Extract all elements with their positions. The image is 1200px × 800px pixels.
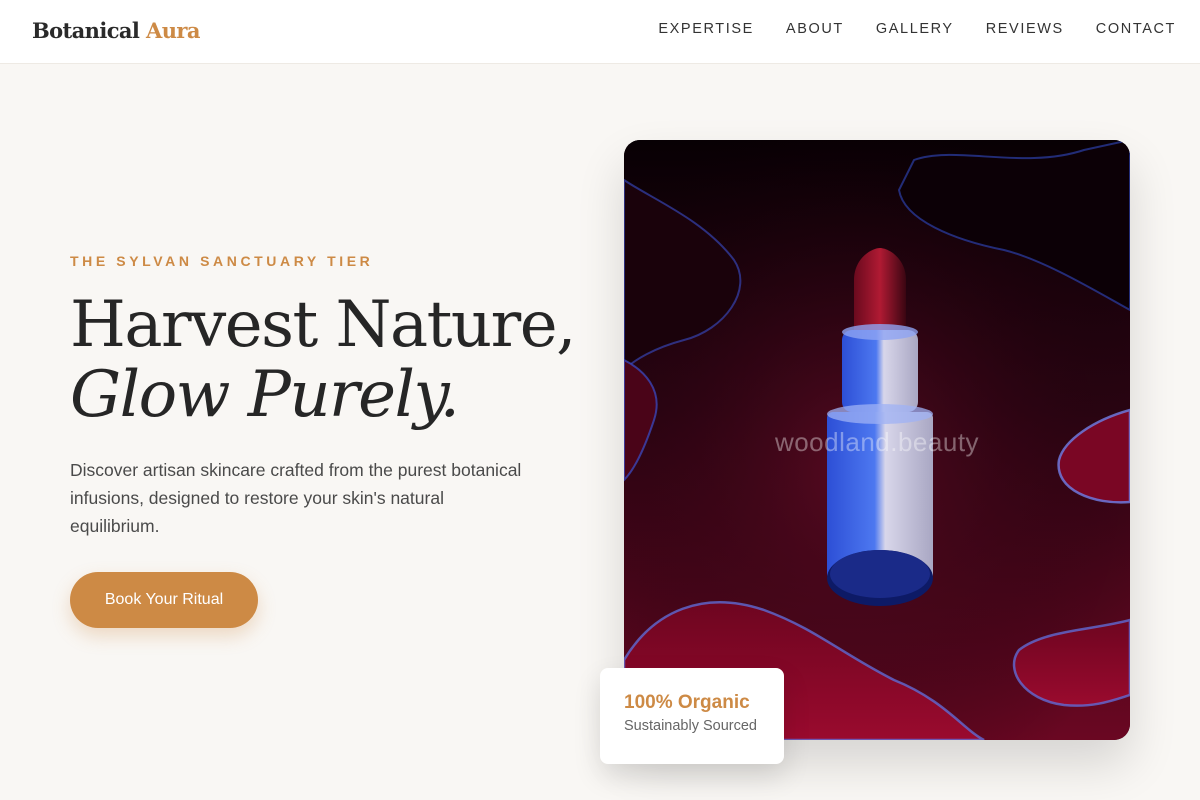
- nav-link-contact[interactable]: CONTACT: [1096, 21, 1176, 37]
- nav-link-reviews[interactable]: REVIEWS: [986, 21, 1064, 37]
- nav-link-gallery[interactable]: GALLERY: [876, 21, 954, 37]
- image-watermark: woodland.beauty: [774, 427, 980, 457]
- nav-link-expertise[interactable]: EXPERTISE: [658, 21, 754, 37]
- main-nav: EXPERTISE ABOUT GALLERY REVIEWS CONTACT: [658, 21, 1176, 37]
- hero-description: Discover artisan skincare crafted from t…: [70, 460, 522, 536]
- organic-badge: 100% Organic Sustainably Sourced: [600, 668, 784, 764]
- brand-accent: Aura: [146, 18, 200, 43]
- nav-link-about[interactable]: ABOUT: [786, 21, 844, 37]
- hero-headline: Harvest Nature, Glow Purely.: [70, 288, 576, 432]
- brand-logo[interactable]: Botanical Aura: [32, 18, 200, 43]
- badge-title: 100% Organic: [624, 692, 750, 713]
- hero-eyebrow: THE SYLVAN SANCTUARY TIER: [70, 253, 374, 269]
- brand-primary: Botanical: [32, 18, 140, 43]
- hero-product-image: woodland.beauty: [624, 140, 1130, 740]
- site-header: Botanical Aura EXPERTISE ABOUT GALLERY R…: [0, 0, 1200, 64]
- book-ritual-button[interactable]: Book Your Ritual: [70, 572, 258, 628]
- badge-subtitle: Sustainably Sourced: [624, 718, 757, 734]
- headline-line-2: Glow Purely.: [70, 358, 460, 432]
- headline-line-1: Harvest Nature,: [70, 288, 576, 362]
